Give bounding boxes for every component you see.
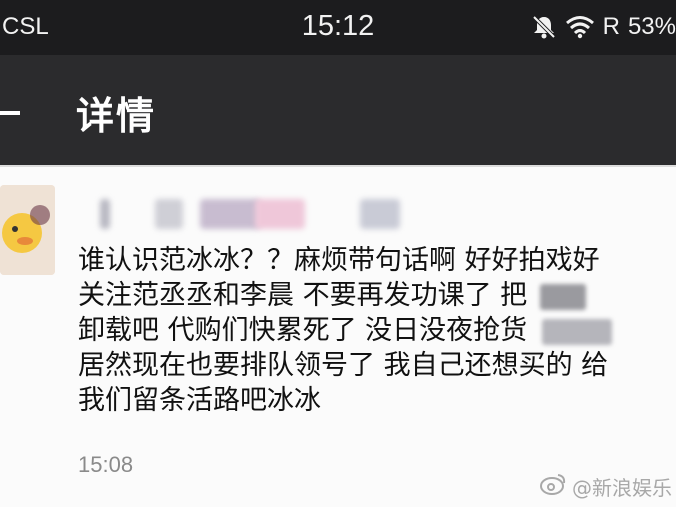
message-line-wrap-2: 关注范丞丞和李晨 不要再发功课了 把 (78, 278, 676, 313)
network-label: R (602, 13, 620, 40)
wifi-icon (565, 15, 595, 39)
message-line: 居然现在也要排队领号了 我自己还想买的 给 (78, 350, 609, 381)
message-line: 我们留条活路吧冰冰 (78, 385, 321, 416)
status-indicators: R 53% (531, 12, 676, 42)
weibo-logo-icon (540, 473, 566, 500)
back-arrow-icon[interactable] (0, 103, 20, 123)
page-title: 详情 (76, 94, 157, 138)
message-line-wrap-3: 卸载吧 代购们快累死了 没日没夜抢货 (78, 313, 676, 348)
redaction-mark (541, 318, 612, 345)
message-line: 关注范丞丞和李晨 不要再发功课了 把 (78, 280, 528, 311)
watermark: @新浪娱乐 (540, 472, 672, 501)
app-header: 详情 (0, 55, 676, 165)
bell-muted-icon (531, 14, 557, 40)
redaction-mark (539, 283, 586, 310)
message-timestamp: 15:08 (78, 452, 134, 477)
watermark-text: @新浪娱乐 (572, 476, 672, 500)
message-text: 谁认识范冰冰？？麻烦带句话啊 好好拍戏好 关注范丞丞和李晨 不要再发功课了 把 … (78, 243, 676, 418)
message-line: 卸载吧 代购们快累死了 没日没夜抢货 (78, 315, 528, 346)
message-line: 谁认识范冰冰？？麻烦带句话啊 好好拍戏好 (78, 245, 600, 276)
header-divider (0, 165, 676, 167)
status-bar: CSL 15:12 R 53% (0, 0, 676, 55)
battery-level: 53% (627, 13, 676, 40)
sender-name-redacted (95, 195, 425, 233)
avatar[interactable] (0, 185, 55, 275)
